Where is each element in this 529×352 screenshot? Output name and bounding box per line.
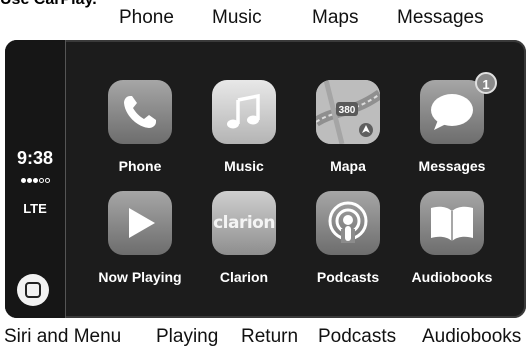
- phone-handset-icon: [108, 80, 172, 144]
- clarion-logo-icon: clarion: [212, 191, 276, 255]
- unread-badge: 1: [475, 72, 497, 94]
- app-messages[interactable]: 1 Messages: [397, 72, 507, 192]
- carplay-screen: 9:38 LTE Phone Music 380 Mapa 1 Messages…: [5, 40, 526, 318]
- app-label: Clarion: [219, 269, 269, 285]
- app-label: Music: [224, 158, 264, 174]
- speech-bubble-icon: [420, 80, 484, 144]
- callout-siri-and-menu: Siri and Menu: [4, 326, 122, 347]
- music-note-icon: [212, 80, 276, 144]
- caption-clipped: Use CarPlay.: [0, 0, 97, 9]
- app-label: Now Playing: [98, 269, 182, 285]
- app-label: Audiobooks: [411, 269, 493, 285]
- callout-audiobooks: Audiobooks: [422, 326, 522, 347]
- app-music[interactable]: Music: [189, 80, 299, 192]
- app-podcasts[interactable]: Podcasts: [293, 191, 403, 303]
- app-audiobooks[interactable]: Audiobooks: [397, 191, 507, 303]
- status-sidebar: 9:38 LTE: [5, 40, 66, 318]
- callout-podcasts: Podcasts: [318, 326, 397, 347]
- clock: 9:38: [16, 148, 54, 168]
- callout-music: Music: [212, 7, 262, 28]
- callout-messages: Messages: [397, 7, 484, 28]
- network-type: LTE: [23, 201, 47, 216]
- app-clarion[interactable]: clarion Clarion: [189, 191, 299, 303]
- home-square-icon: [25, 282, 41, 298]
- app-label: Phone: [118, 158, 162, 174]
- signal-strength-icon: [5, 170, 65, 188]
- app-label: Podcasts: [316, 269, 380, 285]
- app-phone[interactable]: Phone: [85, 80, 195, 192]
- app-now-playing[interactable]: Now Playing: [85, 191, 195, 303]
- podcast-icon: [316, 191, 380, 255]
- callout-phone: Phone: [119, 7, 174, 28]
- callout-maps: Maps: [312, 7, 359, 28]
- app-label: Messages: [418, 158, 486, 174]
- clarion-logo-text: clarion: [213, 213, 275, 233]
- open-book-icon: [420, 191, 484, 255]
- callout-return: Return: [241, 326, 299, 347]
- map-sign-text: 380: [339, 105, 356, 116]
- home-button[interactable]: [17, 274, 49, 306]
- app-label: Mapa: [330, 158, 366, 174]
- play-icon: [108, 191, 172, 255]
- map-icon: 380: [316, 80, 380, 144]
- callout-playing: Playing: [156, 326, 219, 347]
- app-maps[interactable]: 380 Mapa: [293, 80, 403, 192]
